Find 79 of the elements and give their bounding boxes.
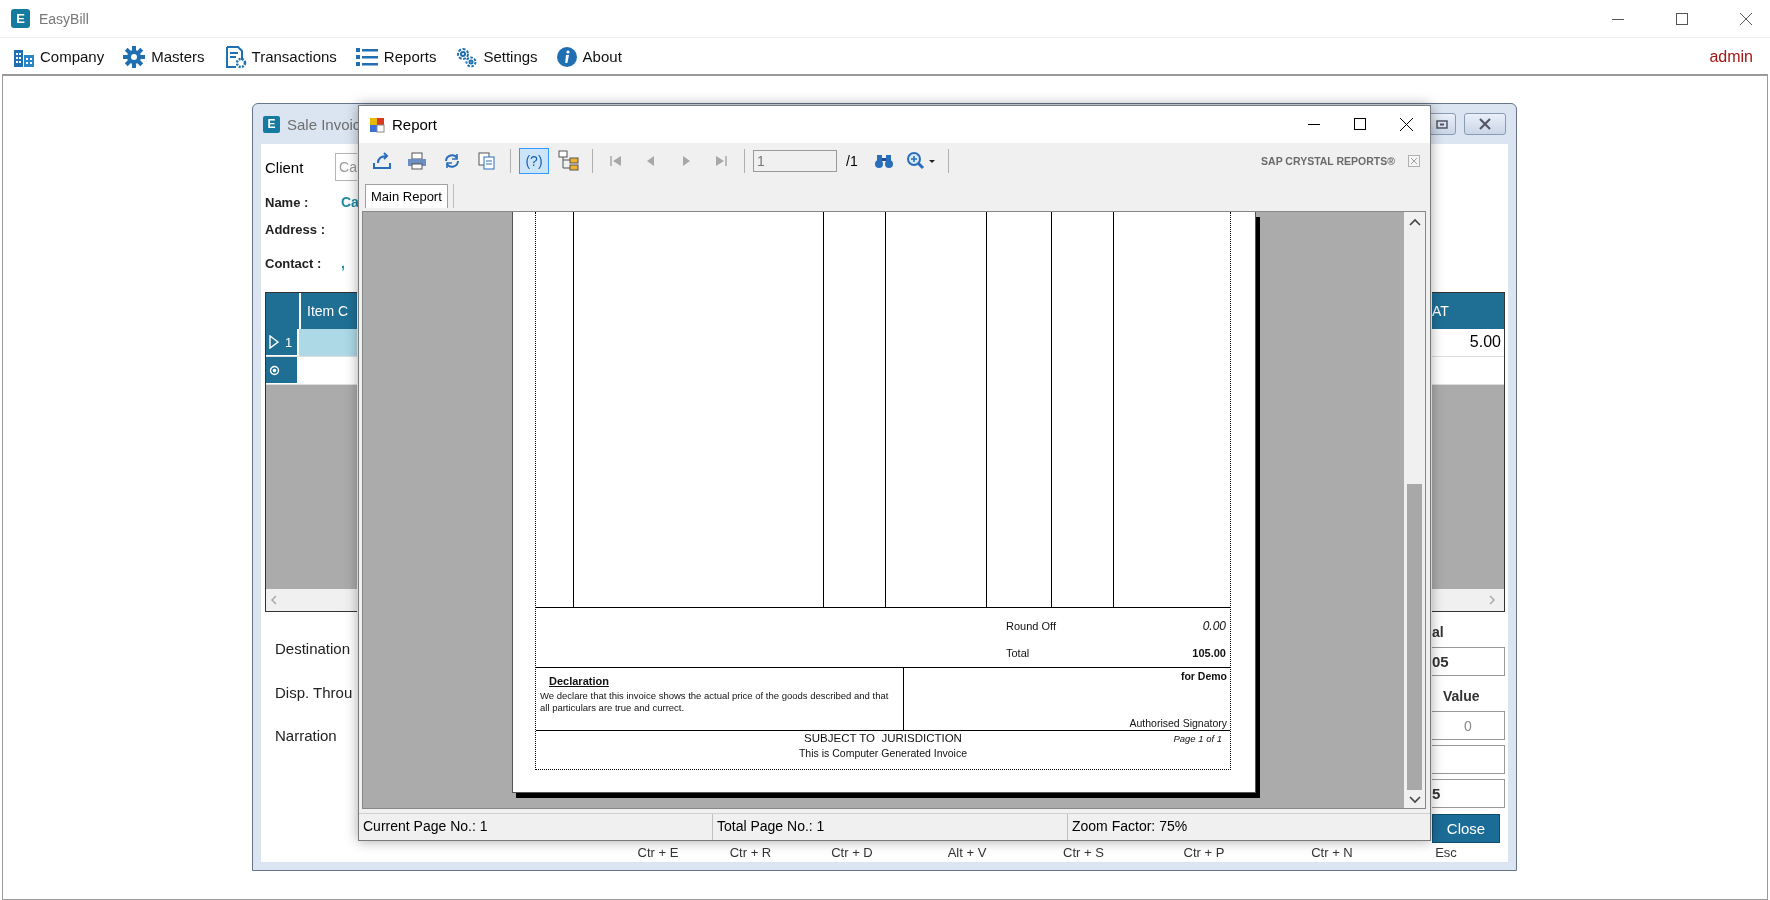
list-icon: [354, 45, 379, 68]
table-cell: [1432, 357, 1504, 384]
total-value: 105.00: [1191, 647, 1227, 660]
input-field[interactable]: 05: [1432, 647, 1505, 676]
shortcut-hint: Ctr + N: [1310, 845, 1354, 860]
shortcut-hint: Ctr + P: [1182, 845, 1226, 860]
field-label: Address :: [265, 221, 325, 239]
signatory-label: Authorised Signatory: [1129, 717, 1227, 729]
restore-icon: [1436, 119, 1448, 129]
table-cell: 5.00: [1432, 329, 1504, 356]
maximize-icon[interactable]: [1354, 118, 1366, 130]
menu-item[interactable]: Reports: [351, 45, 446, 68]
new-row-icon: [269, 364, 280, 376]
field-label: Name :: [265, 194, 309, 212]
shortcut-hint: Ctr + R: [728, 845, 773, 860]
row-number: 1: [285, 334, 293, 350]
field-label: Destination: [274, 638, 352, 658]
input-field[interactable]: [1432, 745, 1505, 774]
report-icon: [369, 116, 385, 133]
generated-note: This is Computer Generated Invoice: [798, 747, 968, 759]
input-field[interactable]: 0: [1432, 711, 1505, 740]
current-row-icon: [269, 335, 279, 349]
shortcut-hint: Alt + V: [946, 845, 988, 860]
field-label: al: [1432, 623, 1445, 642]
app-logo: E: [11, 9, 30, 28]
total-label: Total: [1006, 647, 1031, 660]
menu-item[interactable]: Transactions: [219, 44, 346, 69]
user-name: admin: [1709, 47, 1753, 66]
row-header[interactable]: [266, 357, 299, 384]
help-button[interactable]: (?): [519, 148, 549, 174]
field-value: Ca: [340, 195, 360, 209]
table-cell[interactable]: [299, 357, 357, 384]
declaration-text: We declare that this invoice shows the actual price of the goods described and that all particulars are true and currect.: [540, 690, 890, 714]
status-text: Current Page No.: 1: [362, 817, 489, 836]
shortcut-hint: Ctr + E: [636, 845, 680, 860]
close-button[interactable]: [1464, 113, 1506, 135]
app-logo: E: [263, 115, 280, 133]
column-header[interactable]: AT: [1432, 293, 1504, 329]
company-name: for Demo: [1180, 670, 1227, 682]
info-icon: [555, 45, 578, 68]
status-text: Zoom Factor: 75%: [1067, 814, 1424, 840]
page-count: Page 1 of 1: [1173, 733, 1222, 744]
page-total: /1: [846, 153, 858, 169]
field-label: Contact :: [265, 255, 322, 273]
shortcut-hint: Ctr + S: [1062, 845, 1105, 860]
jurisdiction-text: SUBJECT TO JURISDICTION: [804, 732, 962, 744]
field-label: Narration: [274, 725, 338, 745]
status-text: Total Page No.: 1: [712, 814, 1067, 840]
app-title: EasyBill: [39, 10, 89, 27]
shortcut-hint: Ctr + D: [830, 845, 874, 860]
page-number-field[interactable]: 1: [753, 150, 837, 172]
shortcut-hint: Esc: [1434, 845, 1458, 860]
menu-item[interactable]: About: [552, 45, 631, 68]
input-field[interactable]: 5: [1432, 779, 1505, 808]
menu-item[interactable]: Company: [10, 45, 114, 68]
brand-label: SAP CRYSTAL REPORTS®: [1261, 155, 1395, 167]
maximize-icon[interactable]: [1676, 12, 1688, 25]
field-label: Client: [265, 158, 305, 176]
field-label: Value: [1442, 687, 1481, 706]
gear-icon: [122, 44, 147, 69]
close-icon[interactable]: [1740, 12, 1752, 25]
scroll-down-icon[interactable]: [1408, 796, 1421, 804]
table-cell[interactable]: [299, 329, 357, 356]
declaration-title: Declaration: [549, 675, 609, 687]
round-off-label: Round Off: [1006, 619, 1057, 632]
round-off-value: 0.00: [1201, 618, 1227, 633]
field-value: ,: [340, 256, 346, 270]
window-title: Sale Invoic: [287, 115, 361, 133]
report-tab[interactable]: Main Report: [365, 184, 448, 208]
close-icon: [1478, 118, 1492, 130]
scrollbar[interactable]: [1404, 212, 1425, 808]
window-title: Report: [392, 116, 438, 133]
field-label: Disp. Throu: [274, 682, 354, 702]
menu-item[interactable]: Masters: [119, 44, 214, 69]
menu-item[interactable]: Settings: [451, 44, 547, 69]
close-icon[interactable]: [1400, 118, 1413, 131]
row-header[interactable]: 1: [266, 329, 299, 356]
scroll-up-icon[interactable]: [1408, 218, 1421, 226]
close-button[interactable]: Close: [1432, 814, 1500, 843]
